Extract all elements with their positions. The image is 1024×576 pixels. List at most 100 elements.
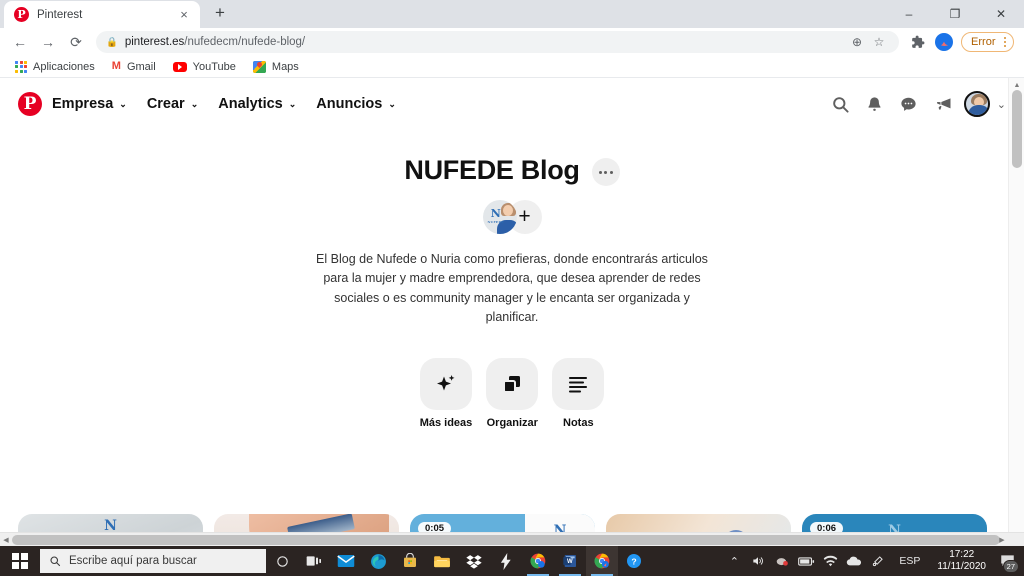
board-owner-avatar[interactable]: N NUFEDE	[482, 200, 517, 234]
nav-item-crear[interactable]: Crear ⌄	[137, 90, 208, 118]
bookmark-label: Maps	[271, 60, 299, 73]
gmail-icon: M	[111, 60, 121, 72]
address-bar[interactable]: 🔒 pinterest.es/nufedecm/nufede-blog/ ⊕ ☆	[96, 31, 900, 53]
back-icon[interactable]: ←	[6, 28, 34, 56]
more-options-icon[interactable]	[591, 158, 620, 186]
minimize-button[interactable]: –	[886, 0, 932, 28]
edge-icon[interactable]	[362, 546, 394, 576]
horizontal-scrollbar[interactable]: ◀ ▶	[0, 532, 1024, 546]
svg-text:W: W	[567, 559, 573, 565]
browser-toolbar: ← → ⟳ 🔒 pinterest.es/nufedecm/nufede-blo…	[0, 28, 1024, 56]
cortana-icon[interactable]	[266, 546, 298, 576]
notification-count-badge: 27	[1002, 560, 1019, 573]
vertical-scrollbar[interactable]: ▲ ▼	[1008, 78, 1024, 546]
lightning-icon[interactable]	[490, 546, 522, 576]
notifications-bell-icon[interactable]	[858, 87, 892, 121]
url-path: /nufedecm/nufede-blog/	[184, 36, 306, 48]
taskbar-search-input[interactable]: Escribe aquí para buscar	[40, 549, 266, 573]
account-avatar[interactable]	[963, 91, 990, 117]
clock-date: 11/11/2020	[937, 561, 986, 572]
dropbox-icon[interactable]	[458, 546, 490, 576]
taskbar-clock[interactable]: 17:22 11/11/2020	[929, 549, 994, 574]
antivirus-icon[interactable]	[770, 546, 794, 576]
file-explorer-icon[interactable]	[426, 546, 458, 576]
apps-grid-icon	[15, 60, 27, 73]
nav-item-empresa[interactable]: Empresa ⌄	[42, 90, 137, 118]
nav-label: Empresa	[52, 96, 114, 112]
maximize-button[interactable]: ❐	[932, 0, 978, 28]
vertical-scrollbar-thumb[interactable]	[1012, 90, 1022, 168]
close-icon[interactable]: ×	[176, 7, 192, 23]
start-glyph	[12, 553, 28, 569]
nav-label: Crear	[146, 96, 185, 112]
volume-icon[interactable]	[746, 546, 770, 576]
nav-label: Anuncios	[316, 96, 383, 112]
error-button[interactable]: Error	[961, 32, 1014, 52]
onedrive-icon[interactable]	[842, 546, 866, 576]
pinterest-header: P Empresa ⌄ Crear ⌄ Analytics ⌄ Anuncios…	[0, 78, 1024, 130]
bookmark-aplicaciones[interactable]: Aplicaciones	[8, 59, 102, 75]
pen-icon[interactable]	[866, 546, 890, 576]
omnibox-actions: ⊕ ☆	[847, 32, 889, 52]
scroll-left-icon[interactable]: ◀	[0, 533, 12, 546]
forward-icon[interactable]: →	[34, 28, 62, 56]
pinterest-logo-icon[interactable]: P	[18, 92, 42, 116]
sparkle-icon[interactable]	[420, 357, 472, 410]
profile-avatar-icon[interactable]	[931, 29, 957, 55]
error-label: Error	[971, 36, 996, 48]
task-view-icon[interactable]	[298, 546, 330, 576]
kebab-menu-icon[interactable]	[1001, 36, 1010, 48]
url-domain: pinterest.es	[124, 36, 185, 48]
avatar	[935, 33, 954, 51]
action-mas-ideas[interactable]: Más ideas	[420, 357, 472, 429]
action-organizar[interactable]: Organizar	[486, 357, 539, 429]
share-icon[interactable]: ⊕	[847, 32, 867, 52]
bookmark-label: Aplicaciones	[33, 60, 95, 73]
word-icon[interactable]: W	[554, 546, 586, 576]
help-icon[interactable]: ?	[618, 546, 650, 576]
horizontal-scrollbar-thumb[interactable]	[12, 535, 1000, 545]
chrome-active-icon[interactable]	[586, 546, 618, 576]
nav-item-analytics[interactable]: Analytics ⌄	[208, 90, 306, 118]
youtube-icon	[172, 61, 187, 72]
bookmark-gmail[interactable]: M Gmail	[105, 59, 163, 75]
browser-window: P Pinterest × + – ❐ ✕ ← → ⟳ 🔒 pinterest.…	[0, 0, 1024, 546]
notes-lines-icon[interactable]	[552, 357, 605, 410]
wifi-icon[interactable]	[818, 546, 842, 576]
new-tab-button[interactable]: +	[206, 0, 234, 27]
account-chevron-down-icon[interactable]: ⌄	[997, 98, 1006, 111]
board-section: NUFEDE Blog N NUFEDE + El Blog de Nufede …	[0, 130, 1024, 429]
battery-icon[interactable]	[794, 546, 818, 576]
organize-squares-icon[interactable]	[486, 357, 539, 410]
lock-icon: 🔒	[106, 36, 118, 48]
show-hidden-icons[interactable]: ⌃	[722, 546, 746, 576]
bookmark-label: YouTube	[192, 60, 236, 73]
megaphone-icon[interactable]	[926, 87, 960, 121]
notifications-icon[interactable]: 27	[994, 546, 1020, 576]
action-notas[interactable]: Notas	[552, 357, 605, 429]
windows-start-icon[interactable]	[0, 546, 40, 576]
search-icon[interactable]	[824, 87, 858, 121]
nav-item-anuncios[interactable]: Anuncios ⌄	[306, 90, 406, 118]
language-indicator[interactable]: ESP	[890, 555, 929, 567]
chevron-down-icon: ⌄	[288, 98, 297, 109]
microsoft-store-icon[interactable]	[394, 546, 426, 576]
window-close-button[interactable]: ✕	[978, 0, 1024, 28]
mail-icon[interactable]	[330, 546, 362, 576]
page-viewport: P Empresa ⌄ Crear ⌄ Analytics ⌄ Anuncios…	[0, 78, 1024, 546]
scroll-right-icon[interactable]: ▶	[996, 533, 1008, 546]
reload-icon[interactable]: ⟳	[62, 28, 90, 56]
board-actions: Más ideas Organizar Notas	[0, 357, 1024, 429]
board-description: El Blog de Nufede o Nuria como prefieras…	[316, 252, 708, 325]
collaborators-row: N NUFEDE +	[0, 200, 1024, 234]
board-title-row: NUFEDE Blog	[0, 154, 1024, 186]
nav-label: Analytics	[218, 96, 283, 112]
bookmark-maps[interactable]: Maps	[246, 59, 306, 75]
browser-tab-pinterest[interactable]: P Pinterest ×	[4, 1, 200, 28]
chrome-icon[interactable]	[522, 546, 554, 576]
bookmark-youtube[interactable]: YouTube	[166, 59, 243, 75]
puzzle-icon[interactable]	[905, 29, 931, 55]
messages-icon[interactable]	[892, 87, 926, 121]
bookmark-star-icon[interactable]: ☆	[869, 32, 889, 52]
taskbar-search-placeholder: Escribe aquí para buscar	[69, 555, 197, 567]
